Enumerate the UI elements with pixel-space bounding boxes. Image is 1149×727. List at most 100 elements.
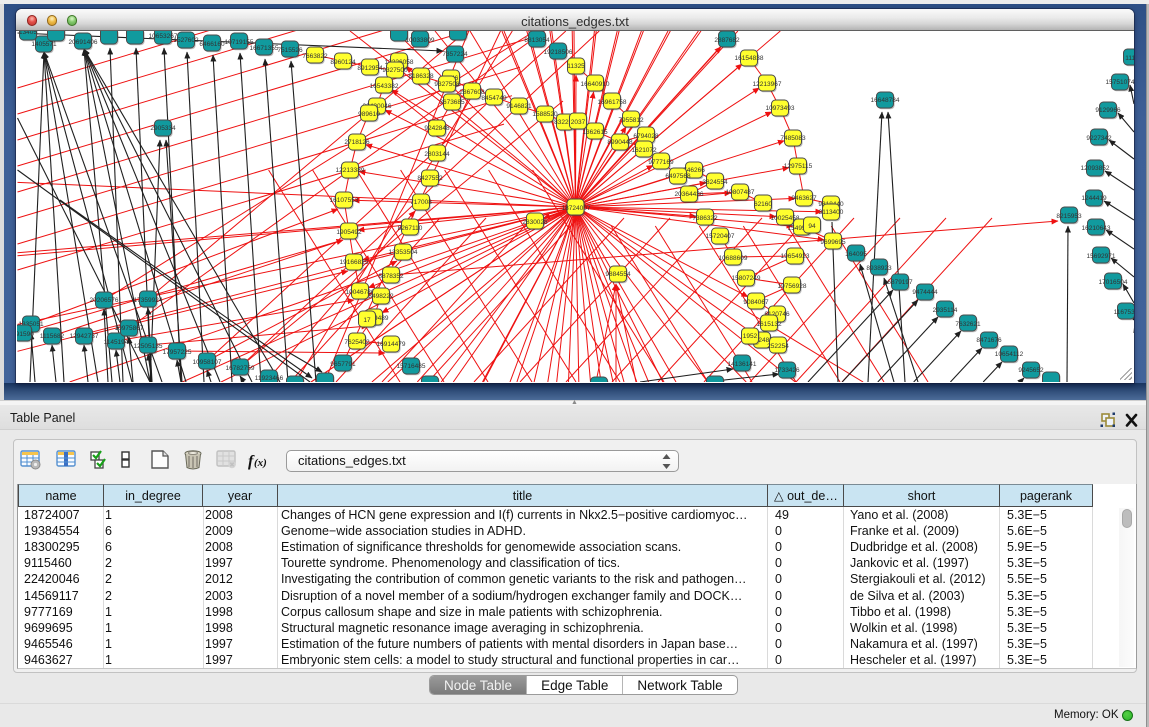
svg-text:8186328: 8186328 xyxy=(408,73,434,80)
svg-text:7386322: 7386322 xyxy=(692,215,718,222)
svg-text:16107553: 16107553 xyxy=(330,197,359,204)
svg-text:12505135: 12505135 xyxy=(134,343,163,350)
svg-text:9327508: 9327508 xyxy=(434,81,460,88)
svg-text:1167533: 1167533 xyxy=(1114,309,1134,316)
svg-text:1588520: 1588520 xyxy=(532,111,558,118)
svg-text:1362615: 1362615 xyxy=(582,129,608,136)
svg-text:2935114: 2935114 xyxy=(933,307,958,314)
svg-text:12213967: 12213967 xyxy=(753,81,782,88)
svg-text:8813054: 8813054 xyxy=(524,37,550,44)
svg-text:9884554: 9884554 xyxy=(605,271,631,278)
svg-text:10033809: 10033809 xyxy=(406,37,435,44)
svg-text:10973493: 10973493 xyxy=(766,105,795,112)
svg-text:(x): (x) xyxy=(254,457,267,469)
svg-text:17016504: 17016504 xyxy=(1099,279,1128,286)
svg-text:2830028: 2830028 xyxy=(522,219,548,226)
svg-text:252254: 252254 xyxy=(767,343,789,350)
svg-text:8471676: 8471676 xyxy=(976,337,1002,344)
svg-text:17: 17 xyxy=(363,317,371,324)
svg-text:12975115: 12975115 xyxy=(784,163,813,170)
svg-text:3113400: 3113400 xyxy=(819,209,844,216)
svg-text:9084067: 9084067 xyxy=(743,299,769,306)
svg-text:16961758: 16961758 xyxy=(598,99,627,106)
svg-text:8960124: 8960124 xyxy=(330,59,356,66)
svg-text:2803144: 2803144 xyxy=(424,151,450,158)
svg-text:94: 94 xyxy=(808,223,816,230)
svg-text:12213389: 12213389 xyxy=(336,167,365,174)
svg-text:20206576: 20206576 xyxy=(90,297,119,304)
svg-text:1115682: 1115682 xyxy=(40,333,65,340)
svg-text:19166825: 19166825 xyxy=(340,259,369,266)
svg-text:9327500: 9327500 xyxy=(382,67,408,74)
svg-text:9227342: 9227342 xyxy=(1086,135,1112,142)
svg-text:2905334: 2905334 xyxy=(150,125,176,132)
svg-text:7955812: 7955812 xyxy=(618,117,644,124)
svg-text:16914479: 16914479 xyxy=(377,341,406,348)
svg-text:3824554: 3824554 xyxy=(702,179,728,186)
svg-text:20691406: 20691406 xyxy=(69,39,98,46)
svg-text:3498222: 3498222 xyxy=(368,293,394,300)
svg-text:1952: 1952 xyxy=(743,333,758,340)
svg-text:12942737: 12942737 xyxy=(70,333,99,340)
svg-text:2718126: 2718126 xyxy=(344,139,370,146)
svg-text:391590: 391590 xyxy=(17,331,34,338)
svg-text:16648784: 16648784 xyxy=(871,97,900,104)
svg-text:6466160: 6466160 xyxy=(199,41,225,48)
svg-text:9474444: 9474444 xyxy=(912,289,938,296)
svg-text:9699695: 9699695 xyxy=(820,239,846,246)
svg-text:10975867: 10975867 xyxy=(115,325,144,332)
svg-text:7632621: 7632621 xyxy=(955,321,981,328)
svg-text:13353504: 13353504 xyxy=(389,249,418,256)
svg-text:2887682: 2887682 xyxy=(714,37,740,44)
svg-text:16640910: 16640910 xyxy=(581,81,610,88)
svg-text:9657791: 9657791 xyxy=(330,361,356,368)
svg-text:8878352: 8878352 xyxy=(378,273,404,280)
svg-text:15751074: 15751074 xyxy=(1106,79,1134,86)
svg-text:10654112: 10654112 xyxy=(995,351,1024,358)
svg-text:13405: 13405 xyxy=(19,31,37,36)
svg-text:11923466: 11923466 xyxy=(255,375,284,382)
svg-text:9146821: 9146821 xyxy=(506,103,532,110)
svg-text:16543382: 16543382 xyxy=(370,83,399,90)
svg-text:19654923: 19654923 xyxy=(781,253,810,260)
svg-text:6794028: 6794028 xyxy=(633,133,659,140)
svg-text:3673685: 3673685 xyxy=(439,99,465,106)
svg-text:9777169: 9777169 xyxy=(648,159,674,166)
svg-text:19756928: 19756928 xyxy=(778,283,807,290)
svg-text:16154838: 16154838 xyxy=(735,55,764,62)
svg-text:11325: 11325 xyxy=(567,63,585,70)
svg-text:2037: 2037 xyxy=(571,119,586,126)
svg-text:1615132: 1615132 xyxy=(756,321,782,328)
svg-text:14136141: 14136141 xyxy=(728,361,757,368)
svg-text:1905492: 1905492 xyxy=(336,229,362,236)
svg-text:989610: 989610 xyxy=(358,111,380,118)
svg-text:1145194: 1145194 xyxy=(104,339,129,346)
svg-text:1244419: 1244419 xyxy=(1081,195,1107,202)
svg-text:19218506: 19218506 xyxy=(544,49,573,56)
svg-text:12093852: 12093852 xyxy=(1081,165,1110,172)
svg-text:8427552: 8427552 xyxy=(417,175,443,182)
svg-text:1733426: 1733426 xyxy=(774,367,800,374)
svg-text:8267110: 8267110 xyxy=(398,225,423,232)
svg-text:8215953: 8215953 xyxy=(1056,213,1082,220)
svg-text:1527602: 1527602 xyxy=(173,37,199,44)
svg-text:9245652: 9245652 xyxy=(1018,367,1044,374)
svg-text:6879197: 6879197 xyxy=(887,279,913,286)
svg-text:164095: 164095 xyxy=(845,251,867,258)
svg-text:9463627: 9463627 xyxy=(791,195,817,202)
svg-text:16782759: 16782759 xyxy=(226,365,255,372)
svg-text:8454749: 8454749 xyxy=(481,95,507,102)
svg-text:10688609: 10688609 xyxy=(719,255,748,262)
svg-text:7515526: 7515526 xyxy=(277,47,303,54)
svg-text:18724007: 18724007 xyxy=(562,205,591,212)
svg-text:8912954: 8912954 xyxy=(357,65,383,72)
svg-text:15692971: 15692971 xyxy=(1087,253,1116,260)
svg-text:15807249: 15807249 xyxy=(732,275,761,282)
svg-text:8990448: 8990448 xyxy=(607,139,633,146)
svg-text:10958107: 10958107 xyxy=(193,359,222,366)
svg-text:1621072: 1621072 xyxy=(631,147,657,154)
svg-text:16210643: 16210643 xyxy=(1082,225,1111,232)
svg-text:15720407: 15720407 xyxy=(706,233,735,240)
svg-text:9129966: 9129966 xyxy=(1095,107,1121,114)
svg-text:7485083: 7485083 xyxy=(780,135,806,142)
